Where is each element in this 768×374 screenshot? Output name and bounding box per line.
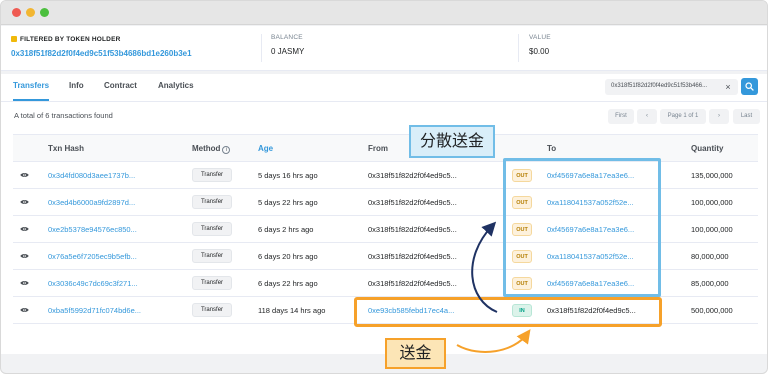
from-address: 0x318f51f82d2f0f4ed9c5... xyxy=(368,279,457,288)
method-badge: Transfer xyxy=(192,276,232,290)
maximize-window-dot[interactable] xyxy=(40,8,49,17)
filter-holder-block: FILTERED BY TOKEN HOLDER 0x318f51f82d2f0… xyxy=(11,36,192,66)
tab-contract[interactable]: Contract xyxy=(104,81,137,90)
quantity-cell: 100,000,000 xyxy=(691,198,733,207)
header-method: Method i xyxy=(192,144,231,154)
eye-icon[interactable] xyxy=(20,253,29,259)
eye-icon[interactable] xyxy=(20,199,29,205)
method-badge: Transfer xyxy=(192,303,232,317)
from-address: 0x318f51f82d2f0f4ed9c5... xyxy=(368,225,457,234)
pager-last-button[interactable]: Last xyxy=(733,109,760,124)
eye-icon[interactable] xyxy=(20,226,29,232)
header-quantity: Quantity xyxy=(691,144,724,153)
eye-icon[interactable] xyxy=(20,307,29,313)
from-address: 0x318f51f82d2f0f4ed9c5... xyxy=(368,171,457,180)
eye-icon[interactable] xyxy=(20,172,29,178)
balance-block: BALANCE 0 JASMY xyxy=(261,34,304,62)
tab-info[interactable]: Info xyxy=(69,81,84,90)
tab-analytics[interactable]: Analytics xyxy=(158,81,194,90)
clear-filter-icon[interactable]: × xyxy=(720,79,736,95)
tab-transfers[interactable]: Transfers xyxy=(13,81,50,101)
value-block: VALUE $0.00 xyxy=(518,34,551,62)
quantity-cell: 80,000,000 xyxy=(691,252,729,261)
header-to: To xyxy=(547,144,557,153)
txn-hash-link[interactable]: 0xba5f5992d71fc074bd6e... xyxy=(48,306,141,315)
distribute-callout: 分散送金 xyxy=(409,125,495,158)
balance-value: 0 JASMY xyxy=(271,47,305,56)
pager-first-button[interactable]: First xyxy=(608,109,634,124)
from-address: 0x318f51f82d2f0f4ed9c5... xyxy=(368,252,457,261)
tab-bar: Transfers Info Contract Analytics 0x318f… xyxy=(1,74,767,102)
search-button[interactable] xyxy=(741,78,758,95)
filter-address-link[interactable]: 0x318f51f82d2f0f4ed9c51f53b4686bd1e260b3… xyxy=(11,49,192,58)
txn-hash-link[interactable]: 0x3ed4b6000a9fd2897d... xyxy=(48,198,135,207)
pager-prev-button[interactable]: ‹ xyxy=(637,109,657,124)
balance-label: BALANCE xyxy=(271,34,303,41)
value-amount: $0.00 xyxy=(529,47,550,56)
from-address: 0x318f51f82d2f0f4ed9c5... xyxy=(368,198,457,207)
pager-page-info: Page 1 of 1 xyxy=(660,109,706,124)
age-cell: 6 days 20 hrs ago xyxy=(258,252,318,261)
outgoing-highlight-box xyxy=(503,158,661,297)
age-cell: 6 days 2 hrs ago xyxy=(258,225,314,234)
send-callout: 送金 xyxy=(385,338,446,369)
header-from: From xyxy=(368,144,388,153)
header-age[interactable]: Age xyxy=(258,144,273,153)
incoming-highlight-box xyxy=(354,297,662,327)
title-bar xyxy=(1,1,767,25)
token-holder-filter-bar: FILTERED BY TOKEN HOLDER 0x318f51f82d2f0… xyxy=(1,26,767,71)
age-cell: 6 days 22 hrs ago xyxy=(258,279,318,288)
transaction-count: A total of 6 transactions found xyxy=(14,111,113,120)
filter-label: FILTERED BY TOKEN HOLDER xyxy=(20,36,121,43)
quantity-cell: 100,000,000 xyxy=(691,225,733,234)
method-badge: Transfer xyxy=(192,168,232,182)
eye-icon[interactable] xyxy=(20,280,29,286)
txn-hash-link[interactable]: 0x76a5e6f7205ec9b5efb... xyxy=(48,252,137,261)
txn-hash-link[interactable]: 0x3d4fd080d3aee1737b... xyxy=(48,171,135,180)
txn-hash-link[interactable]: 0xe2b5378e94576ec850... xyxy=(48,225,137,234)
search-icon xyxy=(745,82,754,91)
filter-icon xyxy=(11,36,17,42)
header-txn-hash: Txn Hash xyxy=(48,144,85,153)
method-badge: Transfer xyxy=(192,195,232,209)
age-cell: 118 days 14 hrs ago xyxy=(258,306,326,315)
method-badge: Transfer xyxy=(192,222,232,236)
address-filter-chip[interactable]: 0x318f51f82d2f0f4ed9c51f53b466... xyxy=(605,79,738,95)
info-icon[interactable]: i xyxy=(222,146,231,154)
value-label: VALUE xyxy=(529,34,551,41)
close-window-dot[interactable] xyxy=(12,8,21,17)
age-cell: 5 days 22 hrs ago xyxy=(258,198,318,207)
quantity-cell: 85,000,000 xyxy=(691,279,729,288)
quantity-cell: 500,000,000 xyxy=(691,306,733,315)
quantity-cell: 135,000,000 xyxy=(691,171,733,180)
minimize-window-dot[interactable] xyxy=(26,8,35,17)
txn-hash-link[interactable]: 0x3036c49c7dc69c3f271... xyxy=(48,279,138,288)
method-badge: Transfer xyxy=(192,249,232,263)
age-cell: 5 days 16 hrs ago xyxy=(258,171,318,180)
pager-next-button[interactable]: › xyxy=(709,109,729,124)
